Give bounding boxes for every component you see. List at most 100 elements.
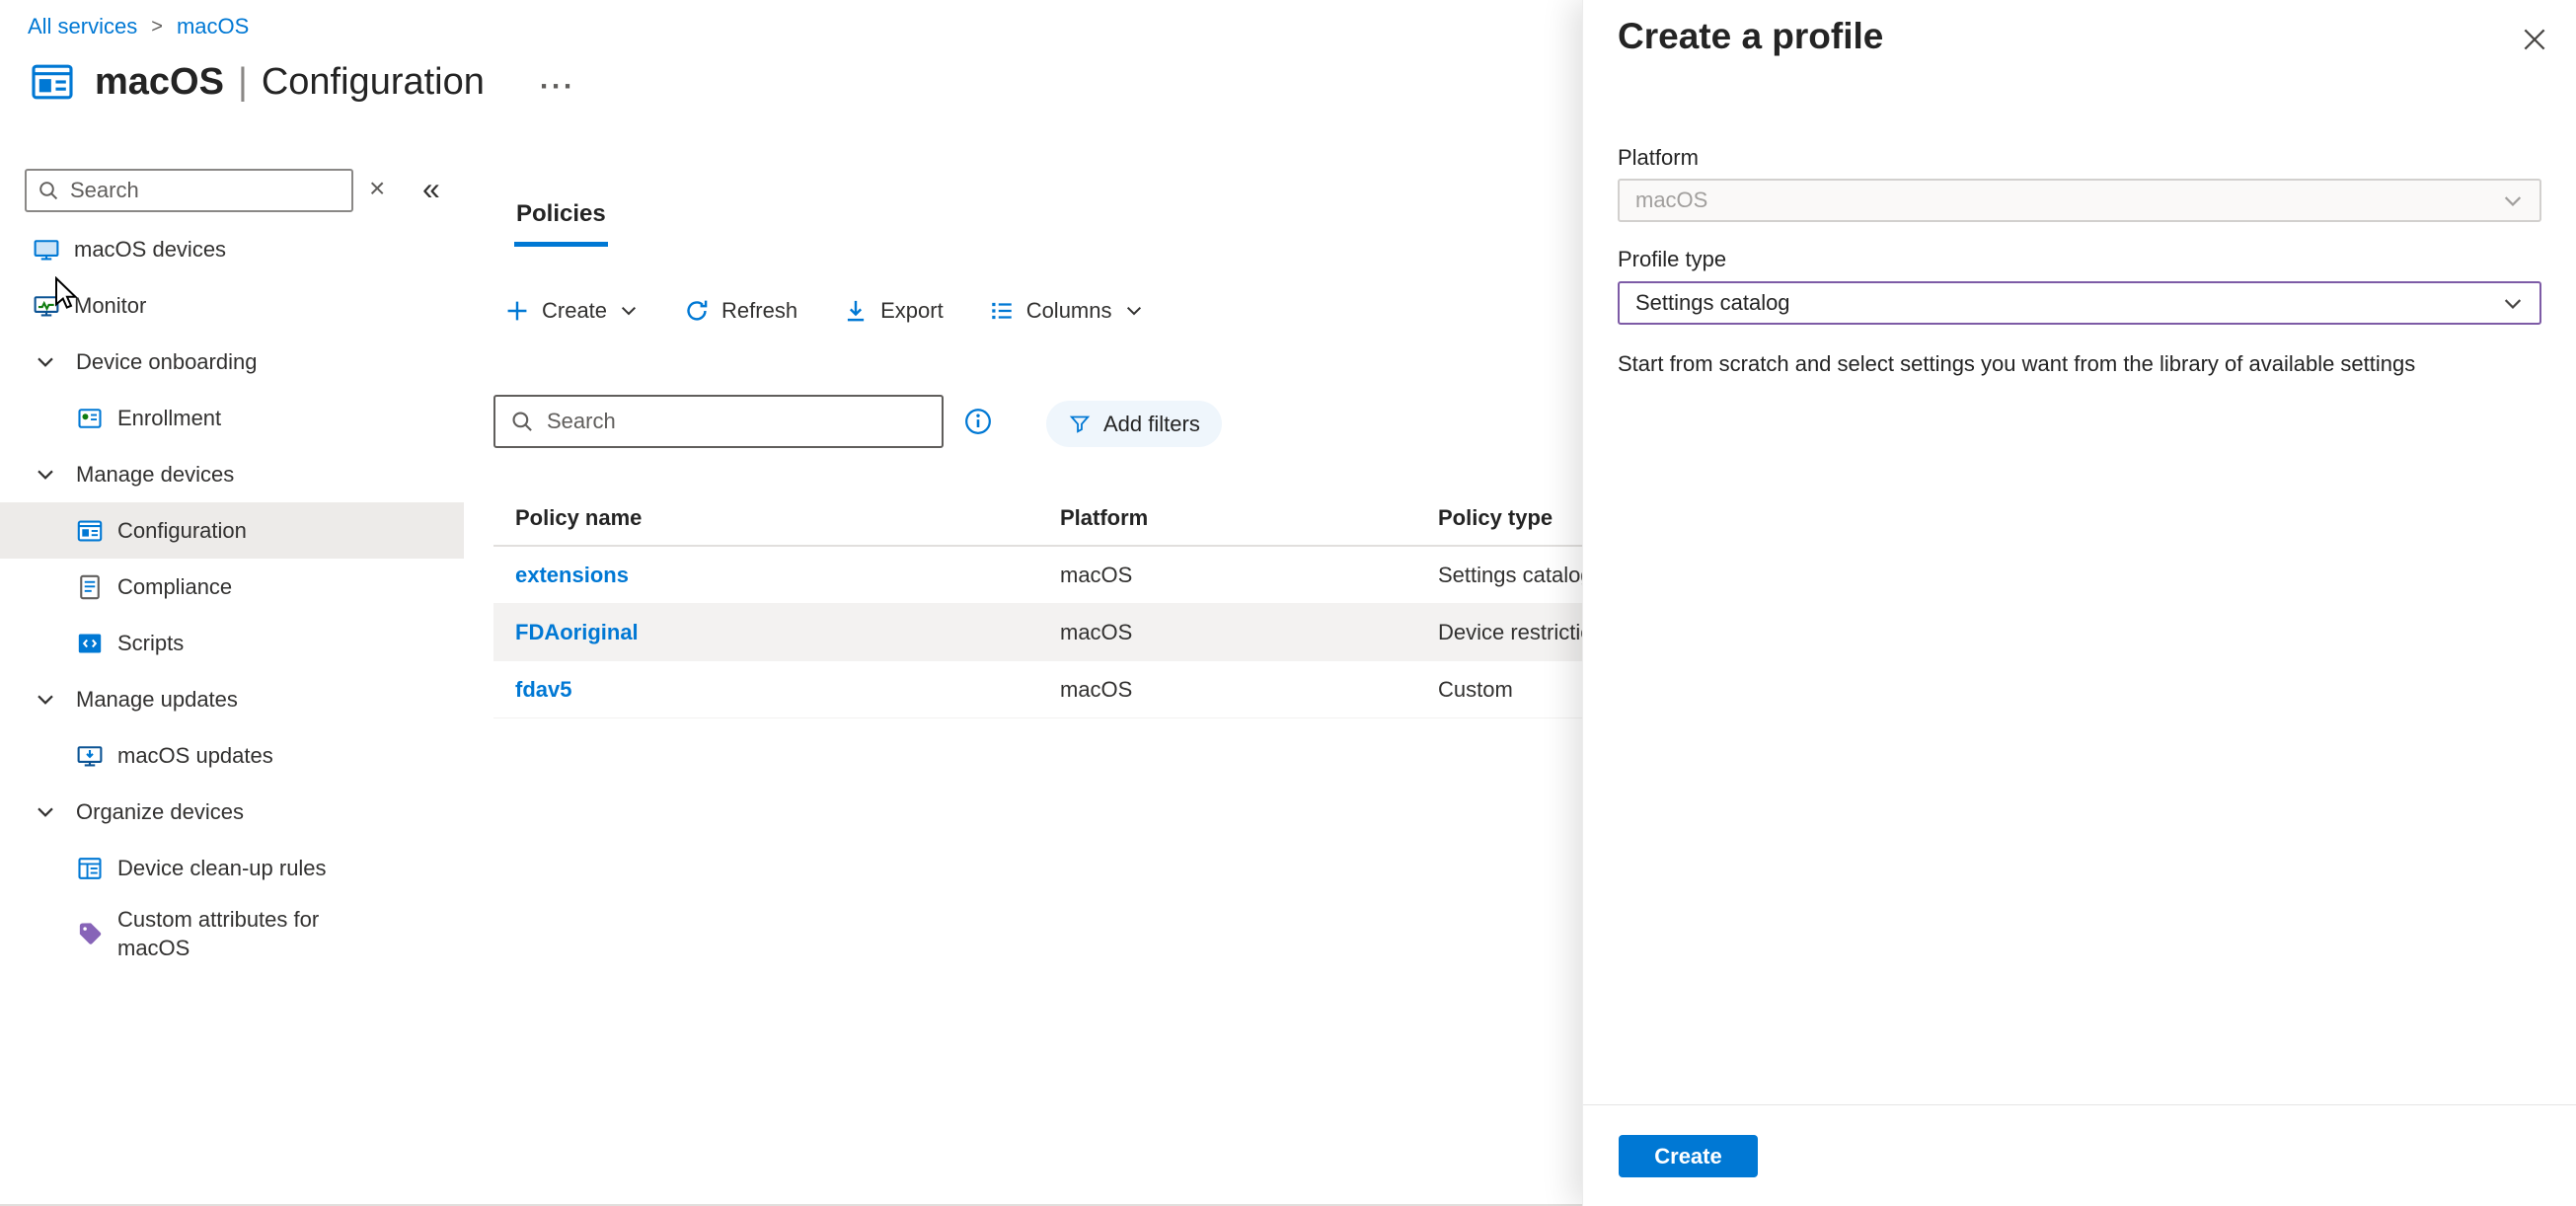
profile-type-description: Start from scratch and select settings y…: [1618, 349, 2546, 379]
sidebar-item-device-cleanup-rules[interactable]: Device clean-up rules: [0, 840, 464, 896]
chevron-down-icon: [35, 464, 56, 486]
tab-policies[interactable]: Policies: [514, 200, 608, 247]
search-icon: [37, 179, 60, 202]
sidebar-item-label: macOS devices: [74, 237, 226, 263]
sidebar-group-manage-updates[interactable]: Manage updates: [0, 671, 464, 727]
sidebar-group-label: Organize devices: [76, 799, 244, 825]
scripts-icon: [76, 630, 104, 657]
sidebar-item-label: Monitor: [74, 293, 146, 319]
chevron-down-icon: [1124, 301, 1144, 321]
chevron-down-icon: [619, 301, 639, 321]
profile-type-dropdown[interactable]: Settings catalog: [1618, 281, 2541, 325]
page-title: macOS | Configuration: [95, 61, 485, 104]
refresh-button-label: Refresh: [721, 298, 797, 324]
export-button-label: Export: [880, 298, 944, 324]
sidebar-search-clear-icon[interactable]: ×: [369, 175, 385, 202]
sidebar-group-manage-devices[interactable]: Manage devices: [0, 446, 464, 502]
policy-link[interactable]: fdav5: [515, 677, 571, 702]
sidebar-item-monitor[interactable]: Monitor: [0, 277, 464, 334]
cell-platform: macOS: [1060, 677, 1438, 703]
sidebar-group-organize-devices[interactable]: Organize devices: [0, 784, 464, 840]
breadcrumb-all-services[interactable]: All services: [28, 14, 137, 39]
filter-icon: [1068, 413, 1092, 436]
sidebar-item-label: Custom attributes for macOS: [117, 905, 389, 962]
breadcrumb: All services > macOS: [28, 14, 249, 39]
column-header-platform[interactable]: Platform: [1060, 505, 1438, 531]
platform-dropdown-value: macOS: [1635, 188, 1707, 213]
device-cleanup-icon: [76, 855, 104, 882]
sidebar-item-custom-attributes[interactable]: Custom attributes for macOS: [0, 896, 464, 971]
sidebar-item-label: Device clean-up rules: [117, 856, 327, 881]
sidebar-item-compliance[interactable]: Compliance: [0, 559, 464, 615]
panel-title: Create a profile: [1618, 16, 1883, 57]
sidebar-item-label: Compliance: [117, 574, 232, 600]
export-icon: [843, 298, 869, 324]
add-filters-label: Add filters: [1103, 412, 1200, 437]
chevron-down-icon: [2502, 189, 2524, 211]
cell-platform: macOS: [1060, 563, 1438, 588]
columns-icon: [989, 298, 1015, 324]
columns-button-label: Columns: [1026, 298, 1112, 324]
platform-label: Platform: [1618, 145, 1699, 171]
toolbar: Create Refresh Export Columns: [504, 298, 1144, 324]
breadcrumb-macos[interactable]: macOS: [177, 14, 249, 39]
policies-search-input[interactable]: [547, 409, 928, 434]
platform-dropdown: macOS: [1618, 179, 2541, 222]
sidebar-item-configuration[interactable]: Configuration: [0, 502, 464, 559]
macos-devices-icon: [33, 236, 60, 264]
macos-updates-icon: [76, 742, 104, 770]
profile-type-dropdown-value: Settings catalog: [1635, 290, 1790, 316]
sidebar-item-macos-devices[interactable]: macOS devices: [0, 221, 464, 277]
sidebar-item-enrollment[interactable]: Enrollment: [0, 390, 464, 446]
sidebar: × « macOS devices Monito: [0, 161, 473, 1206]
compliance-icon: [76, 573, 104, 601]
sidebar-search-input[interactable]: [70, 178, 341, 203]
sidebar-item-macos-updates[interactable]: macOS updates: [0, 727, 464, 784]
chevron-down-icon: [2502, 292, 2524, 314]
add-icon: [504, 298, 530, 324]
info-icon[interactable]: [963, 407, 993, 436]
sidebar-item-scripts[interactable]: Scripts: [0, 615, 464, 671]
page-title-secondary: Configuration: [262, 61, 485, 104]
add-filters-button[interactable]: Add filters: [1046, 401, 1222, 447]
page-title-divider: |: [238, 61, 248, 104]
chevron-down-icon: [35, 801, 56, 823]
custom-attributes-icon: [76, 920, 104, 947]
page-header: macOS | Configuration ···: [30, 59, 575, 105]
create-button-label: Create: [542, 298, 607, 324]
export-button[interactable]: Export: [843, 298, 944, 324]
sidebar-item-label: Enrollment: [117, 406, 221, 431]
refresh-icon: [684, 298, 710, 324]
panel-create-button[interactable]: Create: [1619, 1135, 1758, 1177]
policies-search-box: [493, 395, 944, 448]
column-header-policy-name[interactable]: Policy name: [493, 505, 1060, 531]
create-profile-panel: Create a profile Platform macOS Profile …: [1582, 0, 2576, 1206]
page-context-menu-button[interactable]: ···: [540, 60, 575, 104]
sidebar-search-box: [25, 169, 353, 212]
profile-type-label: Profile type: [1618, 247, 1726, 272]
sidebar-item-label: Configuration: [117, 518, 247, 544]
columns-button[interactable]: Columns: [989, 298, 1144, 324]
sidebar-group-label: Device onboarding: [76, 349, 257, 375]
page-title-primary: macOS: [95, 61, 224, 104]
sidebar-group-device-onboarding[interactable]: Device onboarding: [0, 334, 464, 390]
close-icon[interactable]: [2521, 26, 2548, 53]
monitor-icon: [33, 292, 60, 320]
search-icon: [509, 409, 535, 434]
chevron-down-icon: [35, 689, 56, 711]
sidebar-item-label: Scripts: [117, 631, 184, 656]
configuration-icon: [76, 517, 104, 545]
enrollment-icon: [76, 405, 104, 432]
app-icon: [30, 59, 75, 105]
sidebar-nav: macOS devices Monitor Device onboarding: [0, 221, 464, 971]
panel-footer: Create: [1583, 1104, 2576, 1206]
policy-link[interactable]: extensions: [515, 563, 629, 587]
sidebar-collapse-icon[interactable]: «: [422, 173, 440, 204]
sidebar-item-label: macOS updates: [117, 743, 273, 769]
policy-link[interactable]: FDAoriginal: [515, 620, 639, 644]
cell-platform: macOS: [1060, 620, 1438, 645]
create-button[interactable]: Create: [504, 298, 639, 324]
breadcrumb-separator: >: [151, 16, 163, 38]
sidebar-group-label: Manage devices: [76, 462, 234, 488]
refresh-button[interactable]: Refresh: [684, 298, 797, 324]
